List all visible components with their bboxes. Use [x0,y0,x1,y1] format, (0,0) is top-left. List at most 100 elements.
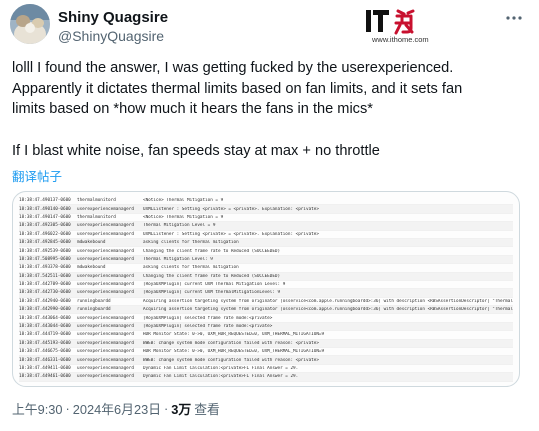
attached-image[interactable]: 18:38:47.490137-0600 thermalmonitord <Noti… [12,191,520,387]
log-row: 18:38:47.446675-0600 userexperiencemanage… [19,348,513,357]
log-timestamp: 18:38:47.444719-0600 [19,332,71,338]
log-row: 18:38:47.490140-0600 userexperiencemanage… [19,205,513,214]
log-timestamp: 18:38:47.490140-0600 [19,206,71,212]
log-timestamp: 18:38:47.492845-0600 [19,240,71,246]
log-message: Thermal Mitigation Level = 9 [143,223,216,229]
log-timestamp: 18:38:47.490137-0600 [19,198,71,204]
log-timestamp: 18:38:47.490147-0600 [19,214,71,220]
log-message: [RoyaUXMPlugin] current UXM Thermal Miti… [143,282,286,288]
log-row: 18:38:47.492845-0600 mdwakebound asking cl… [19,238,513,248]
views-count[interactable]: 3万 [171,399,191,418]
tweet-meta: 上午9:30 · 2024年6月23日 · 3万 查看 [12,399,220,418]
log-message: UXMLListener : Setting <private> = <priv… [143,206,319,212]
log-process: thermalmonitord [77,198,116,204]
log-process: userexperiencemanagerd [77,273,134,279]
log-process: userexperiencemanagerd [77,349,134,355]
log-row: 18:38:47.442990-0600 runningboardd Acquiri… [19,306,513,315]
log-timestamp: 18:38:47.493378-0600 [19,265,71,271]
log-row: 18:38:47.446331-0600 userexperiencemanage… [19,356,513,365]
log-process: userexperiencemanagerd [77,366,134,371]
log-message: [RoyaUXMPlugin] selected frame rate mode… [143,324,273,330]
log-message: [RoyaUXMPlugin] current UXM thermalMitig… [143,290,281,296]
log-row: 18:38:47.492539-0600 userexperiencemanage… [19,247,513,256]
log-message: Dynamic Fan Limit Calculation:<private>F… [143,374,299,380]
log-message: asking clients for thermal mitigation [143,240,239,246]
meta-separator: · [164,401,169,416]
log-message: BWEB: change system mode configuration f… [143,340,319,346]
log-message: Acquiring assertion targeting system fro… [143,298,513,304]
avatar[interactable] [10,4,50,44]
username-handle[interactable]: @ShinyQuagsire [58,28,164,44]
log-timestamp: 18:38:47.443064-0600 [19,315,71,321]
log-message: UXMLListener : Setting <private> = <priv… [143,231,319,237]
tweet-line: limits based on *how much it hears the f… [12,101,373,117]
log-timestamp: 18:38:47.442990-0600 [19,307,71,313]
tweet-line: lolll I found the answer, I was getting … [12,60,454,76]
post-time[interactable]: 上午9:30 [12,399,63,418]
log-row: 18:38:47.492305-0600 userexperiencemanage… [19,222,513,231]
log-row: 18:38:47.493378-0600 mdwakebound asking cl… [19,264,513,273]
log-process: thermalmonitord [77,214,116,220]
log-process: userexperiencemanagerd [77,332,134,338]
log-row: 18:38:47.490137-0600 thermalmonitord <Noti… [19,197,513,206]
meta-separator: · [65,401,70,416]
log-timestamp: 18:38:47.449411-0600 [19,366,71,371]
log-timestamp: 18:38:47.496022-0600 [19,231,71,237]
tweet-text: lolll I found the answer, I was getting … [12,58,532,161]
log-timestamp: 18:38:47.446331-0600 [19,357,71,363]
log-row: 18:38:47.443064-0600 userexperiencemanage… [19,314,513,323]
log-timestamp: 18:38:47.442709-0600 [19,282,71,288]
log-process: userexperiencemanagerd [77,223,134,229]
log-row: 18:38:47.442940-0600 runningboardd Acquiri… [19,298,513,307]
watermark-url: www.ithome.com [372,35,429,44]
log-process: mdwakebound [77,240,106,246]
log-message: [RoyaUXMPlugin] selected frame rate mode… [143,315,273,321]
log-timestamp: 18:38:47.492305-0600 [19,223,71,229]
log-message: Changing the client frame rate to Reduce… [143,273,281,279]
log-process: userexperiencemanagerd [77,256,134,262]
log-list: 18:38:47.490137-0600 thermalmonitord <Noti… [19,197,513,382]
log-row: 18:38:47.542511-0600 userexperiencemanage… [19,272,513,281]
display-name[interactable]: Shiny Quagsire [58,9,168,26]
ithome-watermark: www.ithome.com [364,7,464,47]
log-row: 18:38:47.490147-0600 thermalmonitord <Noti… [19,214,513,223]
log-process: userexperiencemanagerd [77,315,134,321]
log-timestamp: 18:38:47.442730-0600 [19,290,71,296]
log-row: 18:38:47.444719-0600 userexperiencemanage… [19,331,513,340]
views-label: 查看 [194,402,220,417]
log-process: runningboardd [77,298,111,304]
log-process: userexperiencemanagerd [77,248,134,254]
log-timestamp: 18:38:47.443044-0600 [19,324,71,330]
log-message: Changing the client frame rate to Reduce… [143,248,281,254]
log-process: userexperiencemanagerd [77,357,134,363]
log-message: <Notice> Thermal Mitigation = 9 [143,214,224,220]
log-message: asking clients for thermal mitigation [143,265,239,271]
tweet-line: If I blast white noise, fan speeds stay … [12,142,380,159]
log-timestamp: 18:38:47.446675-0600 [19,349,71,355]
log-message: Thermal Mitigation Level: 9 [143,256,213,262]
log-process: userexperiencemanagerd [77,340,134,346]
more-options-icon [506,16,522,20]
log-process: userexperiencemanagerd [77,282,134,288]
log-message: Dynamic Fan Limit Calculation:<private>F… [143,366,299,371]
log-message: BWEB: change system mode configuration f… [143,357,319,363]
log-row: 18:38:47.508995-0600 userexperiencemanage… [19,255,513,265]
log-timestamp: 18:38:47.445193-0600 [19,340,71,346]
post-date[interactable]: 2024年6月23日 [73,399,161,418]
log-row: 18:38:47.445193-0600 userexperiencemanage… [19,339,513,349]
tweet-line: Apparently it dictates thermal limits ba… [12,80,463,97]
log-row: 18:38:47.442709-0600 userexperiencemanage… [19,281,513,290]
log-timestamp: 18:38:47.442940-0600 [19,298,71,304]
log-process: userexperiencemanagerd [77,206,134,212]
tweet-card: Shiny Quagsire @ShinyQuagsire www.ithome… [0,0,539,431]
log-process: userexperiencemanagerd [77,324,134,330]
log-process: userexperiencemanagerd [77,290,134,296]
more-options-button[interactable] [500,8,528,28]
translate-post-link[interactable]: 翻译帖子 [12,166,62,185]
log-message: <Notice> Thermal Mitigation = 9 [143,198,224,204]
log-process: userexperiencemanagerd [77,231,134,237]
log-row: 18:38:47.442730-0600 userexperiencemanage… [19,289,513,298]
log-timestamp: 18:38:47.542511-0600 [19,273,71,279]
log-timestamp: 18:38:47.508995-0600 [19,256,71,262]
